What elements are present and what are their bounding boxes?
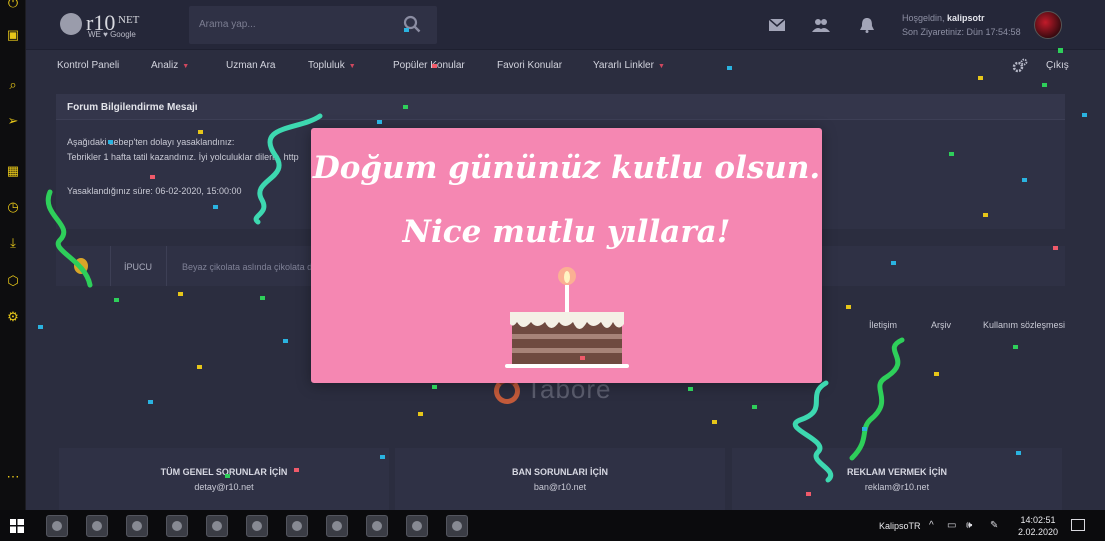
notice-line-2: Tebrikler 1 hafta tatil kazandınız. İyi …	[67, 152, 299, 162]
chevron-down-icon: ▼	[657, 63, 665, 70]
taskbar-app[interactable]	[366, 515, 388, 537]
contact-ban: BAN SORUNLARI İÇİN ban@r10.net	[395, 448, 725, 510]
streamer	[849, 337, 905, 461]
chevron-down-icon: ▼	[348, 63, 356, 70]
contact-email[interactable]: reklam@r10.net	[732, 482, 1062, 492]
taskbar-app[interactable]	[286, 515, 308, 537]
taskbar: KalipsoTR ^ ▭ 🕪 ✎ 14:02:51 2.02.2020	[0, 510, 1105, 541]
chevron-up-icon[interactable]: ^	[929, 520, 934, 531]
nav-item-populer-konular[interactable]: Popüler Konular	[393, 60, 465, 71]
logo-subtitle: WE ♥ Google	[88, 30, 136, 39]
site-logo[interactable]: r10 NET WE ♥ Google	[60, 10, 150, 40]
taskbar-clock[interactable]: 14:02:51 2.02.2020	[1018, 514, 1058, 538]
more-icon[interactable]: ⋯	[4, 468, 22, 486]
chevron-down-icon: ▼	[182, 63, 190, 70]
birthday-message: Doğum gününüz kutlu olsun.	[312, 150, 821, 186]
search-placeholder[interactable]: Arama yap...	[199, 19, 256, 30]
site-header: r10 NET WE ♥ Google Arama yap... Hoşgeld…	[26, 0, 1105, 50]
ban-duration-label: Yasaklandığınız süre: 06-02-2020,	[67, 186, 204, 196]
download-icon[interactable]: ⤓	[4, 234, 22, 252]
lightbulb-icon	[74, 258, 88, 274]
volume-icon[interactable]: 🕪	[966, 520, 972, 531]
search-icon[interactable]: ⌕	[4, 76, 22, 94]
greeting-prefix: Hoşgeldin,	[902, 13, 945, 23]
taskbar-app[interactable]	[86, 515, 108, 537]
contact-ads: REKLAM VERMEK İÇİN reklam@r10.net	[732, 448, 1062, 510]
taskbar-app[interactable]	[406, 515, 428, 537]
search-box[interactable]: Arama yap...	[189, 6, 437, 44]
screen: ⏻ ▣ ⌕ ➢ ▦ ◷ ⤓ ⬡ ⚙ ⋯ r10 NET WE ♥ Google …	[0, 0, 1105, 541]
taskbar-app[interactable]	[206, 515, 228, 537]
last-visit: Son Ziyaretiniz: Dün 17:54:58	[902, 27, 1021, 37]
tray-user-label[interactable]: KalipsoTR	[879, 521, 921, 531]
nav-item-topluluk[interactable]: Topluluk ▼	[308, 60, 356, 71]
twitch-icon[interactable]: ▣	[4, 26, 22, 44]
clock-icon[interactable]: ◷	[4, 198, 22, 216]
footer-link-iletisim[interactable]: İletişim	[869, 320, 897, 330]
notice-title: Forum Bilgilendirme Mesajı	[56, 94, 1065, 120]
nav-item-uzman-ara[interactable]: Uzman Ara	[226, 60, 275, 71]
taskbar-app[interactable]	[326, 515, 348, 537]
notice-line-1: Aşağıdaki sebep'ten dolayı yasaklandınız…	[67, 137, 235, 147]
taskbar-app[interactable]	[126, 515, 148, 537]
app-sidebar: ⏻ ▣ ⌕ ➢ ▦ ◷ ⤓ ⬡ ⚙ ⋯	[0, 0, 26, 510]
divider	[166, 246, 167, 286]
nav-item-kontrol-paneli[interactable]: Kontrol Paneli	[57, 60, 119, 71]
footer-link-arsiv[interactable]: Arşiv	[931, 320, 951, 330]
taskbar-app[interactable]	[246, 515, 268, 537]
footer-link-kullanim[interactable]: Kullanım sözleşmesi	[983, 320, 1065, 330]
notice-line-3: Yasaklandığınız süre: 06-02-2020, 15:00:…	[67, 186, 241, 196]
notification-icon[interactable]	[1071, 519, 1085, 531]
logo-icon	[60, 13, 82, 35]
birthday-modal[interactable]: Doğum gününüz kutlu olsun. Nice mutlu yı…	[311, 128, 822, 383]
contact-email[interactable]: ban@r10.net	[395, 482, 725, 492]
greeting: Hoşgeldin, kalipsotr	[902, 13, 985, 23]
taskbar-app[interactable]	[166, 515, 188, 537]
birthday-wish: Nice mutlu yıllara!	[402, 214, 731, 250]
users-icon[interactable]	[812, 17, 830, 33]
nav-item-favori-konular[interactable]: Favori Konular	[497, 60, 562, 71]
clock-time: 14:02:51	[1020, 515, 1056, 525]
tip-label: İPUCU	[124, 262, 153, 272]
pen-icon[interactable]: ✎	[990, 520, 998, 531]
windows-start-icon[interactable]	[10, 519, 24, 533]
contact-email[interactable]: detay@r10.net	[59, 482, 389, 492]
grid-icon[interactable]: ▦	[4, 162, 22, 180]
nav-item-yararli-linkler[interactable]: Yararlı Linkler ▼	[593, 60, 665, 71]
battery-icon[interactable]: ▭	[947, 520, 956, 531]
username-link[interactable]: kalipsotr	[947, 13, 985, 23]
birthday-cake-icon	[505, 267, 629, 368]
send-icon[interactable]: ➢	[4, 112, 22, 130]
taskbar-app[interactable]	[446, 515, 468, 537]
ban-duration-time: 15:00:00	[206, 186, 242, 196]
logo-net: NET	[118, 14, 140, 26]
mail-icon[interactable]	[768, 17, 786, 33]
bell-icon[interactable]	[858, 17, 876, 33]
logout-link[interactable]: Çıkış	[1046, 60, 1069, 71]
contact-title: TÜM GENEL SORUNLAR İÇİN	[160, 467, 288, 477]
power-icon[interactable]: ⏻	[4, 0, 22, 12]
settings-icon[interactable]: ⚙	[4, 308, 22, 326]
contact-title: BAN SORUNLARI İÇİN	[512, 467, 608, 477]
avatar[interactable]	[1034, 11, 1062, 39]
main-nav: Kontrol Paneli Analiz ▼ Uzman Ara Toplulu…	[26, 50, 1105, 82]
taskbar-app[interactable]	[46, 515, 68, 537]
contact-title: REKLAM VERMEK İÇİN	[846, 467, 947, 477]
tip-text: Beyaz çikolata aslında çikolata d	[182, 262, 313, 272]
clock-date: 2.02.2020	[1018, 527, 1059, 537]
divider	[110, 246, 111, 286]
nav-item-analiz[interactable]: Analiz ▼	[151, 60, 189, 71]
search-icon[interactable]	[403, 15, 421, 33]
contact-general: TÜM GENEL SORUNLAR İÇİN detay@r10.net	[59, 448, 389, 510]
settings-gear-icon[interactable]	[1012, 58, 1028, 74]
box-icon[interactable]: ⬡	[4, 272, 22, 290]
